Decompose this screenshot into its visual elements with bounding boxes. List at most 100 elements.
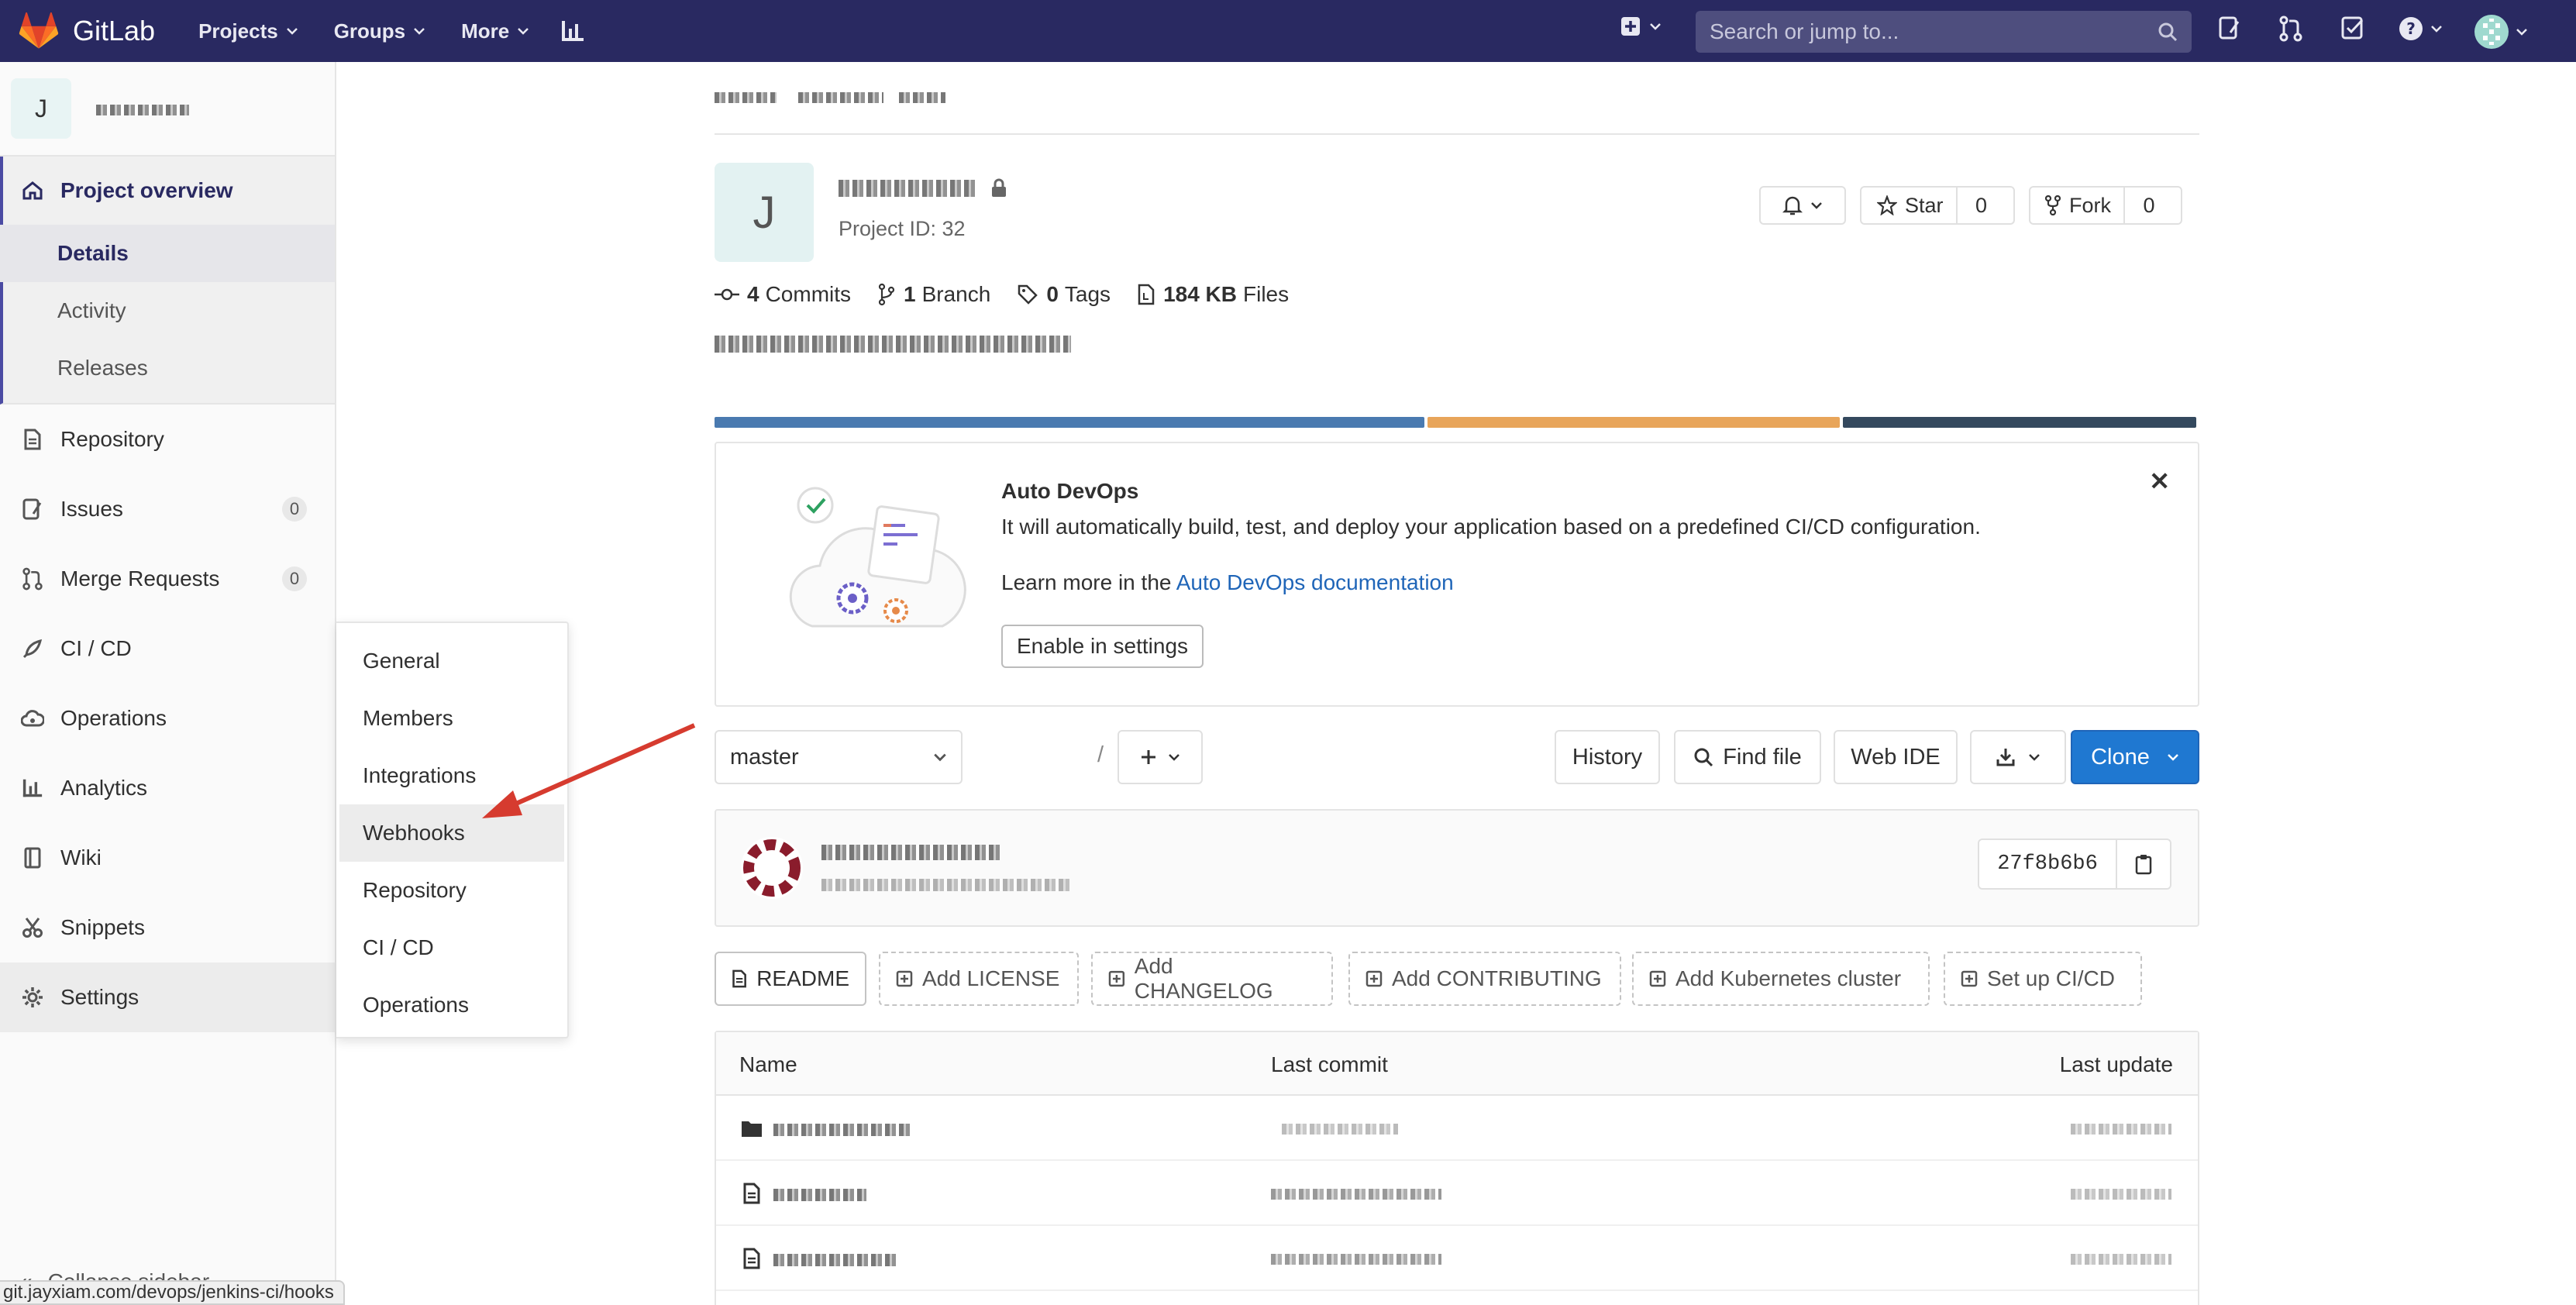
search-box[interactable] bbox=[1696, 11, 2192, 53]
star-button[interactable]: Star 0 bbox=[1860, 186, 2015, 225]
sidebar-item-label: Releases bbox=[57, 356, 148, 380]
download-dropdown[interactable] bbox=[1970, 730, 2066, 784]
sidebar-item-label: Details bbox=[57, 241, 129, 265]
new-item-dropdown[interactable] bbox=[1620, 15, 1662, 37]
groups-menu[interactable]: Groups bbox=[334, 19, 425, 43]
setup-cicd-button[interactable]: Set up CI/CD bbox=[1944, 952, 2142, 1006]
clone-dropdown-button[interactable]: Clone bbox=[2071, 730, 2199, 784]
help-dropdown[interactable]: ? bbox=[2398, 15, 2443, 42]
commits-stat[interactable]: 4 Commits bbox=[715, 282, 851, 307]
browser-status-url: git.jayxiam.com/devops/jenkins-ci/hooks bbox=[0, 1280, 345, 1305]
web-ide-label: Web IDE bbox=[1851, 744, 1941, 770]
issues-count-badge: 0 bbox=[282, 497, 307, 522]
sidebar-item-activity[interactable]: Activity bbox=[3, 282, 335, 339]
tags-stat[interactable]: 0 Tags bbox=[1017, 282, 1111, 307]
flyout-item-operations[interactable]: Operations bbox=[336, 976, 567, 1034]
sidebar-item-label: Wiki bbox=[60, 845, 102, 869]
last-commit-column-header: Last commit bbox=[1271, 1052, 1388, 1076]
sidebar-item-issues[interactable]: Issues 0 bbox=[0, 474, 335, 544]
projects-menu[interactable]: Projects bbox=[198, 19, 298, 43]
project-title bbox=[839, 178, 1007, 198]
todos-nav-button[interactable] bbox=[2340, 15, 2365, 40]
sidebar-item-repository[interactable]: Repository bbox=[0, 405, 335, 474]
project-context-avatar: J bbox=[11, 78, 71, 139]
star-count[interactable]: 0 bbox=[1955, 188, 2006, 223]
notification-dropdown[interactable] bbox=[1759, 186, 1846, 225]
add-license-button[interactable]: Add LICENSE bbox=[879, 952, 1079, 1006]
sidebar-item-project-overview[interactable]: Project overview bbox=[3, 157, 335, 225]
commit-sha[interactable]: 27f8b6b6 bbox=[1978, 838, 2117, 890]
sidebar-project-context[interactable]: J bbox=[0, 62, 335, 157]
merge-requests-nav-button[interactable] bbox=[2278, 15, 2303, 42]
find-file-button[interactable]: Find file bbox=[1674, 730, 1821, 784]
add-changelog-label: Add CHANGELOG bbox=[1134, 954, 1273, 1003]
add-contributing-button[interactable]: Add CONTRIBUTING bbox=[1348, 952, 1621, 1006]
table-row[interactable] bbox=[716, 1096, 2198, 1161]
search-input[interactable] bbox=[1710, 19, 2158, 44]
sidebar-item-merge-requests[interactable]: Merge Requests 0 bbox=[0, 544, 335, 614]
devops-title: Auto DevOps bbox=[1001, 479, 1139, 503]
close-icon[interactable]: ✕ bbox=[2149, 467, 2170, 496]
updated-time-blurred bbox=[2071, 1254, 2171, 1265]
last-update-column-header: Last update bbox=[2059, 1052, 2173, 1076]
sidebar-item-label: Project overview bbox=[60, 178, 233, 202]
branch-selector[interactable]: master bbox=[715, 730, 963, 784]
gitlab-logo[interactable]: GitLab bbox=[19, 12, 155, 50]
files-stat[interactable]: 184 KB Files bbox=[1137, 282, 1289, 307]
add-license-label: Add LICENSE bbox=[922, 966, 1060, 990]
table-row[interactable] bbox=[716, 1226, 2198, 1291]
add-file-dropdown[interactable] bbox=[1118, 730, 1203, 784]
table-row[interactable] bbox=[716, 1161, 2198, 1226]
analytics-nav-button[interactable] bbox=[560, 19, 585, 43]
branch-stat[interactable]: 1 Branch bbox=[877, 282, 990, 307]
history-button[interactable]: History bbox=[1555, 730, 1660, 784]
devops-docs-link[interactable]: Auto DevOps documentation bbox=[1176, 570, 1454, 594]
sidebar-item-snippets[interactable]: Snippets bbox=[0, 893, 335, 962]
user-menu[interactable] bbox=[2474, 14, 2528, 50]
project-overview-group: Project overview Details Activity Releas… bbox=[0, 157, 335, 405]
commit-icon bbox=[715, 288, 739, 301]
enable-in-settings-button[interactable]: Enable in settings bbox=[1001, 625, 1204, 668]
sidebar-item-analytics[interactable]: Analytics bbox=[0, 753, 335, 823]
chevron-down-icon bbox=[2029, 754, 2040, 761]
readme-button[interactable]: README bbox=[715, 952, 866, 1006]
commits-count: 4 bbox=[747, 282, 759, 306]
flyout-item-general[interactable]: General bbox=[336, 632, 567, 690]
flyout-item-repository[interactable]: Repository bbox=[336, 862, 567, 919]
branch-name: master bbox=[730, 744, 799, 770]
copy-sha-button[interactable] bbox=[2116, 838, 2171, 890]
issues-nav-button[interactable] bbox=[2218, 15, 2241, 40]
chevron-down-icon bbox=[2516, 29, 2527, 36]
flyout-item-cicd[interactable]: CI / CD bbox=[336, 919, 567, 976]
sidebar-item-label: Analytics bbox=[60, 776, 148, 800]
clipboard-icon bbox=[2135, 855, 2152, 875]
sidebar-item-label: Merge Requests bbox=[60, 566, 220, 591]
more-menu[interactable]: More bbox=[461, 19, 529, 43]
issues-icon bbox=[20, 497, 45, 522]
sidebar-item-cicd[interactable]: CI / CD bbox=[0, 614, 335, 683]
add-changelog-button[interactable]: Add CHANGELOG bbox=[1091, 952, 1333, 1006]
fork-count[interactable]: 0 bbox=[2123, 188, 2173, 223]
devops-learn-more: Learn more in the Auto DevOps documentat… bbox=[1001, 570, 1454, 595]
sidebar-item-wiki[interactable]: Wiki bbox=[0, 823, 335, 893]
document-icon bbox=[732, 969, 746, 988]
find-file-label: Find file bbox=[1723, 744, 1802, 770]
bar-chart-icon bbox=[562, 21, 584, 41]
document-icon bbox=[20, 427, 45, 452]
add-kubernetes-cluster-button[interactable]: Add Kubernetes cluster bbox=[1632, 952, 1930, 1006]
svg-text:?: ? bbox=[2406, 19, 2416, 38]
merge-requests-count-badge: 0 bbox=[282, 566, 307, 591]
file-name-blurred bbox=[773, 1254, 897, 1266]
files-size: 184 KB bbox=[1163, 282, 1237, 306]
sidebar-item-details[interactable]: Details bbox=[0, 225, 335, 282]
sidebar-item-operations[interactable]: Operations bbox=[0, 683, 335, 753]
merge-request-icon bbox=[2279, 15, 2302, 42]
web-ide-button[interactable]: Web IDE bbox=[1834, 730, 1958, 784]
sidebar-item-releases[interactable]: Releases bbox=[3, 339, 335, 397]
table-header: Name Last commit Last update bbox=[716, 1032, 2198, 1096]
fork-button[interactable]: Fork 0 bbox=[2029, 186, 2182, 225]
flyout-item-label: Webhooks bbox=[363, 821, 465, 845]
plus-square-icon bbox=[1649, 970, 1666, 987]
star-icon bbox=[1877, 195, 1897, 215]
sidebar-item-settings[interactable]: Settings bbox=[0, 962, 335, 1032]
